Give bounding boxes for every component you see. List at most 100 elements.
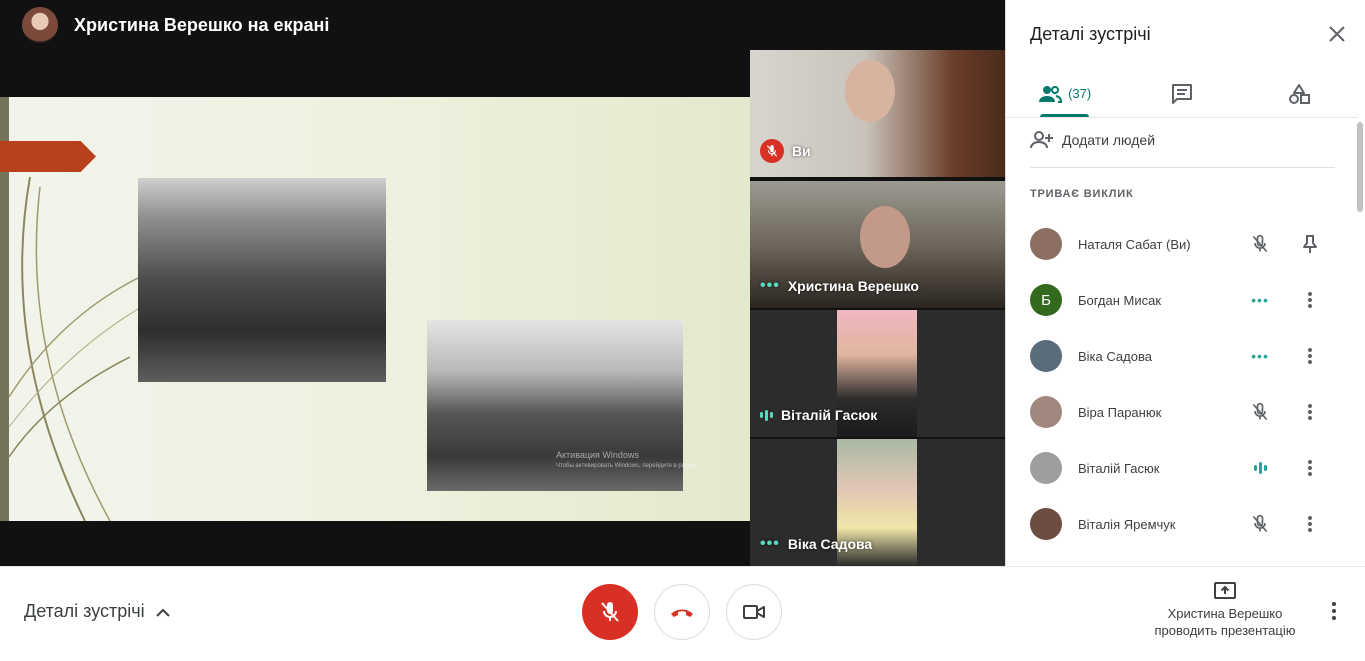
camera-toggle-button[interactable] <box>726 584 782 640</box>
participant-tile[interactable]: ••• Віка Садова <box>750 439 1005 566</box>
tab-people[interactable]: (37) <box>1006 70 1123 117</box>
mic-off-icon <box>601 602 619 622</box>
participant-row[interactable]: Віталія Яремчук <box>1006 496 1358 552</box>
presenting-label: проводить презентацію <box>1154 623 1296 638</box>
present-screen-icon <box>1214 582 1236 599</box>
participant-name: Віка Садова <box>1078 348 1152 364</box>
windows-activation-watermark: Активация Windows Чтобы активировать Win… <box>556 450 698 472</box>
more-vertical-icon <box>1307 291 1313 309</box>
more-vertical-icon <box>1307 515 1313 533</box>
people-icon <box>1039 85 1063 103</box>
add-person-icon <box>1030 131 1053 149</box>
participant-row[interactable]: Б Богдан Мисак ••• <box>1006 272 1358 328</box>
watermark-line-2: Чтобы активировать Windows, перейдите в … <box>556 463 698 469</box>
participant-tile[interactable]: Віталій Гасюк <box>750 310 1005 437</box>
close-icon <box>1329 26 1345 42</box>
panel-title: Деталі зустрічі <box>1030 24 1151 44</box>
tile-label: Віталій Гасюк <box>760 407 877 423</box>
pin-icon <box>1302 234 1318 254</box>
tile-name: Ви <box>792 143 811 159</box>
participant-tile[interactable]: ••• Христина Верешко <box>750 181 1005 308</box>
tile-name: Віка Садова <box>787 536 873 552</box>
participant-row[interactable]: Віра Паранюк <box>1006 384 1358 440</box>
participant-more-button[interactable] <box>1298 288 1322 312</box>
tile-name: Христина Верешко <box>787 278 919 294</box>
participant-name: Богдан Мисак <box>1078 292 1162 308</box>
tile-label: Ви <box>760 139 811 163</box>
speaking-indicator-icon <box>760 409 773 421</box>
presentation-slide: Активация Windows Чтобы активировать Win… <box>0 97 750 521</box>
bottom-controls-bar: Деталі зустрічі Христина Верешко проводи… <box>0 566 1365 661</box>
leave-call-button[interactable] <box>654 584 710 640</box>
tab-activities[interactable] <box>1241 70 1358 117</box>
mic-off-icon <box>1248 512 1272 536</box>
chevron-up-icon <box>155 608 170 617</box>
tabs-divider <box>1006 117 1358 118</box>
pin-button[interactable] <box>1298 232 1322 256</box>
more-vertical-icon <box>1332 602 1336 620</box>
tile-label: ••• Христина Верешко <box>760 277 919 295</box>
avatar <box>1030 228 1062 260</box>
avatar: Б <box>1030 284 1062 316</box>
more-vertical-icon <box>1307 403 1313 421</box>
presenter-title: Христина Верешко на екрані <box>74 14 330 35</box>
section-heading: ТРИВАЄ ВИКЛИК <box>1030 188 1134 200</box>
shapes-icon <box>1289 83 1311 104</box>
chat-icon <box>1171 83 1192 104</box>
participant-name: Наталя Сабат (Ви) <box>1078 236 1191 252</box>
participant-more-button[interactable] <box>1298 400 1322 424</box>
participant-name: Віра Паранюк <box>1078 404 1162 420</box>
participant-more-button[interactable] <box>1298 344 1322 368</box>
presenter-name: Христина Верешко <box>1167 606 1283 621</box>
avatar <box>1030 508 1062 540</box>
more-vertical-icon <box>1307 459 1313 477</box>
meeting-details-label: Деталі зустрічі <box>24 601 145 621</box>
participant-row[interactable]: Наталя Сабат (Ви) <box>1006 216 1358 272</box>
speaking-indicator-icon <box>1248 456 1272 480</box>
meet-window: Христина Верешко на екрані Активация Win… <box>0 0 1365 661</box>
participant-name: Віталій Гасюк <box>1078 460 1160 476</box>
panel-tabs: (37) <box>1006 70 1358 117</box>
participant-more-button[interactable] <box>1298 512 1322 536</box>
avatar <box>1030 452 1062 484</box>
slide-arrow-shape <box>0 141 96 172</box>
panel-scrollbar[interactable] <box>1357 122 1363 212</box>
meeting-details-toggle[interactable]: Деталі зустрічі <box>24 601 171 622</box>
participant-row[interactable]: Віталій Гасюк <box>1006 440 1358 496</box>
participant-list: Наталя Сабат (Ви) Б Богдан Мисак ••• Віка Са… <box>1006 216 1358 552</box>
microphone-toggle-button[interactable] <box>582 584 638 640</box>
more-vertical-icon <box>1307 347 1313 365</box>
people-count: (37) <box>1068 86 1092 101</box>
more-dots-icon: ••• <box>1251 348 1269 364</box>
participant-name: Віталія Яремчук <box>1078 516 1176 532</box>
participant-video <box>860 206 910 268</box>
presenter-avatar <box>22 7 58 43</box>
participant-row[interactable]: Віка Садова ••• <box>1006 328 1358 384</box>
hang-up-icon <box>671 609 693 617</box>
close-panel-button[interactable] <box>1325 22 1349 46</box>
tile-label: ••• Віка Садова <box>760 535 873 553</box>
presenter-banner: Христина Верешко на екрані <box>0 0 750 50</box>
mic-off-icon <box>760 139 784 163</box>
more-dots-icon: ••• <box>1251 292 1269 308</box>
participant-video <box>845 60 895 122</box>
add-people-button[interactable]: Додати людей <box>1030 130 1155 150</box>
more-dots-icon: ••• <box>760 535 780 552</box>
camera-icon <box>743 605 765 619</box>
avatar <box>1030 340 1062 372</box>
divider <box>1030 167 1335 168</box>
presentation-status[interactable]: Христина Верешко проводить презентацію <box>1140 581 1310 639</box>
slide-photo-workers <box>138 178 386 382</box>
mic-off-icon <box>1248 232 1272 256</box>
mic-off-icon <box>1248 400 1272 424</box>
tab-chat[interactable] <box>1123 70 1240 117</box>
add-people-label: Додати людей <box>1062 132 1156 148</box>
meeting-details-panel: Деталі зустрічі (37) Додати людей ТРИВАЄ… <box>1005 0 1365 566</box>
participant-more-button[interactable] <box>1298 456 1322 480</box>
tile-name: Віталій Гасюк <box>781 407 878 423</box>
more-dots-icon: ••• <box>760 277 780 294</box>
participant-tile-self[interactable]: Ви <box>750 50 1005 177</box>
video-stage: Христина Верешко на екрані Активация Win… <box>0 0 1005 566</box>
more-options-button[interactable] <box>1322 599 1346 623</box>
watermark-line-1: Активация Windows <box>556 450 639 460</box>
